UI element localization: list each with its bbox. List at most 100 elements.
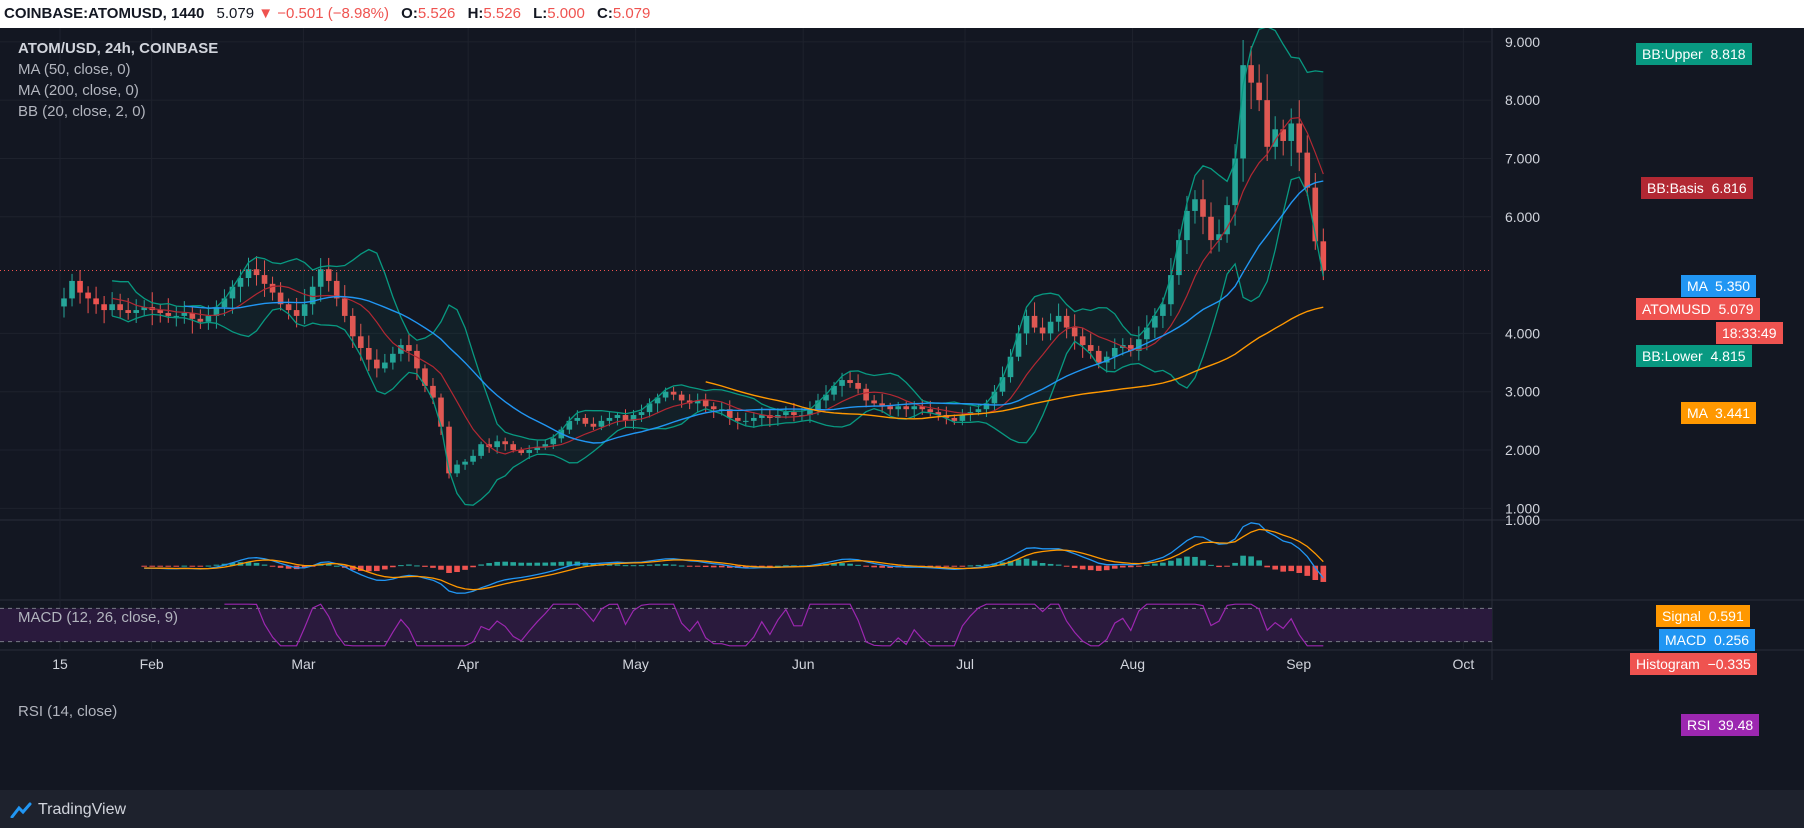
rsi-tag-label: RSI <box>1687 717 1711 733</box>
macd-histogram-bar <box>1023 558 1030 566</box>
macd-histogram-bar <box>550 562 557 566</box>
macd-histogram-bar <box>470 565 476 568</box>
signal-tag: Signal 0.591 <box>1656 605 1750 627</box>
time-axis-label: Oct <box>1452 656 1474 672</box>
macd-histogram-bar <box>630 565 637 567</box>
macd-histogram-bar <box>558 561 565 566</box>
ma50-legend[interactable]: MA (50, close, 0) <box>18 61 131 78</box>
rsi-legend[interactable]: RSI (14, close) <box>18 703 117 720</box>
price-tag-value: 5.079 <box>1718 301 1754 317</box>
macd-histogram-bar <box>959 565 966 567</box>
bb-legend[interactable]: BB (20, close, 2, 0) <box>18 103 146 120</box>
rsi-tag: RSI 39.48 <box>1681 714 1760 736</box>
candle-body <box>85 292 91 299</box>
candle-body <box>77 280 83 293</box>
macd-histogram-bar <box>839 563 845 566</box>
macd-histogram-bar <box>181 565 188 567</box>
macd-histogram-bar <box>141 565 148 567</box>
macd-tag-label: MACD <box>1665 632 1707 648</box>
ma200-tag: MA 3.441 <box>1681 402 1757 424</box>
macd-histogram-bar <box>662 564 669 566</box>
macd-histogram-bar <box>277 565 284 568</box>
price-axis-label: 7.000 <box>1505 150 1540 166</box>
price-axis-label: 2.000 <box>1505 442 1540 458</box>
macd-histogram-bar <box>382 565 388 570</box>
signal-line <box>144 528 1324 591</box>
ma200-legend[interactable]: MA (200, close, 0) <box>18 82 139 99</box>
macd-tag-value: 0.256 <box>1714 632 1750 648</box>
macd-histogram-bar <box>967 565 974 567</box>
macd-histogram-bar <box>943 565 950 567</box>
macd-histogram-bar <box>871 565 877 568</box>
macd-histogram-bar <box>1071 565 1078 568</box>
macd-histogram-bar <box>879 565 885 568</box>
last-price: 5.079 <box>216 5 255 22</box>
ma50-tag-value: 5.350 <box>1715 278 1751 294</box>
time-axis-label: 15 <box>52 656 68 672</box>
macd-histogram-bar <box>446 565 452 573</box>
macd-histogram-bar <box>1232 562 1238 566</box>
macd-histogram-bar <box>694 565 701 567</box>
ma200-tag-value: 3.441 <box>1715 405 1751 421</box>
macd-legend[interactable]: MACD (12, 26, close, 9) <box>18 609 178 626</box>
down-arrow-icon: ▼ <box>258 5 274 22</box>
macd-histogram-bar <box>1103 565 1110 571</box>
candle-body <box>69 280 75 299</box>
ma50-tag-label: MA <box>1687 278 1708 294</box>
macd-histogram-bar <box>654 564 661 566</box>
macd-histogram-bar <box>1304 565 1311 576</box>
time-axis-label: Sep <box>1286 656 1311 672</box>
close-label: C: <box>597 5 613 22</box>
macd-histogram-bar <box>366 565 372 572</box>
macd-histogram-bar <box>390 565 396 568</box>
macd-histogram-bar <box>1111 565 1118 569</box>
candle-body <box>61 298 67 307</box>
candle-body <box>101 304 107 311</box>
price-axis-label: 6.000 <box>1505 209 1540 225</box>
macd-histogram-bar <box>502 561 508 566</box>
time-axis-label: May <box>622 656 648 672</box>
histogram-tag-value: −0.335 <box>1707 656 1751 672</box>
macd-histogram-bar <box>951 565 958 567</box>
symbol-label[interactable]: COINBASE:ATOMUSD, 1440 <box>0 0 204 28</box>
high-label: H: <box>467 5 484 22</box>
macd-axis-label: 1.000 <box>1505 512 1540 528</box>
macd-histogram-bar <box>205 565 212 567</box>
macd-histogram-bar <box>1176 558 1182 566</box>
time-axis-label: Apr <box>457 656 479 672</box>
chart-canvas[interactable]: 1.000 2.000 3.000 4.000 6.000 7.000 8.000 9.000… <box>0 28 1804 790</box>
price-tag: ATOMUSD 5.079 <box>1636 298 1760 320</box>
macd-histogram-bar <box>157 565 164 567</box>
rsi-band <box>0 608 1492 642</box>
time-axis-label: Aug <box>1120 656 1145 672</box>
histogram-tag-label: Histogram <box>1636 656 1700 672</box>
macd-histogram-bar <box>1288 565 1295 572</box>
macd-histogram-bar <box>518 562 525 566</box>
macd-histogram-bar <box>1079 565 1086 570</box>
tradingview-logo[interactable]: TradingView <box>10 799 126 821</box>
price-axis-label: 3.000 <box>1505 384 1540 400</box>
open-label: O: <box>401 5 418 22</box>
macd-histogram-bar <box>1296 565 1303 573</box>
macd-histogram-bar <box>1015 559 1022 566</box>
footer-bar: TradingView <box>0 790 1804 828</box>
signal-tag-label: Signal <box>1662 608 1701 624</box>
bb-lower-label: BB:Lower <box>1642 348 1703 364</box>
chart-area[interactable]: 1.000 2.000 3.000 4.000 6.000 7.000 8.000 9.000… <box>0 28 1804 790</box>
macd-histogram-bar <box>526 562 533 566</box>
macd-histogram-bar <box>261 564 268 566</box>
macd-histogram-bar <box>1168 560 1174 566</box>
macd-histogram-bar <box>149 565 156 567</box>
macd-histogram-bar <box>534 562 541 566</box>
macd-histogram-bar <box>710 565 717 568</box>
bb-upper-tag: BB:Upper 8.818 <box>1636 43 1752 65</box>
macd-histogram-bar <box>1055 564 1062 566</box>
macd-histogram-bar <box>1216 565 1222 568</box>
macd-histogram-bar <box>1272 565 1278 570</box>
low-label: L: <box>533 5 548 22</box>
price-axis-label: 4.000 <box>1505 325 1540 341</box>
histogram-tag: Histogram −0.335 <box>1630 653 1757 675</box>
macd-histogram-bar <box>702 565 709 568</box>
macd-tag: MACD 0.256 <box>1659 629 1756 651</box>
macd-histogram-bar <box>253 562 260 566</box>
